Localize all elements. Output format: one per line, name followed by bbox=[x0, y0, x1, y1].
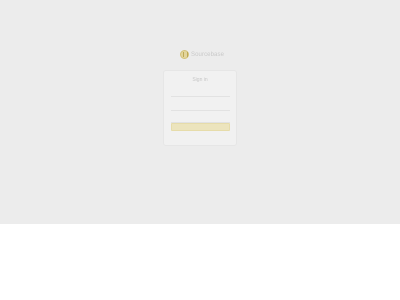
brand-logo: Sourcebase bbox=[180, 49, 224, 60]
remember-me-checkbox[interactable] bbox=[171, 114, 230, 123]
signin-button[interactable] bbox=[171, 123, 230, 131]
username-field[interactable] bbox=[171, 88, 230, 97]
signin-card: Sign in bbox=[163, 70, 237, 146]
signin-title: Sign in bbox=[192, 77, 208, 83]
password-field[interactable] bbox=[171, 102, 230, 111]
brand-name: Sourcebase bbox=[191, 51, 225, 58]
coin-icon bbox=[180, 50, 189, 59]
login-page: Sourcebase Sign in bbox=[0, 0, 400, 224]
